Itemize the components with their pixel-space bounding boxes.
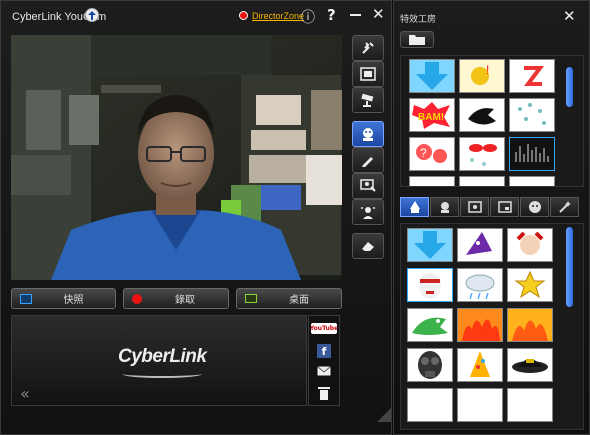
record-icon [132, 293, 142, 304]
desktop-button[interactable]: 桌面 [236, 288, 342, 309]
info-icon[interactable]: ⓘ [301, 7, 315, 27]
effect-thumb[interactable] [509, 98, 555, 132]
effect-thumb[interactable] [459, 98, 505, 132]
media-library-panel: CyberLink « [11, 315, 307, 406]
avatar-effects-button[interactable] [352, 121, 384, 147]
effect-thumb[interactable] [507, 308, 553, 342]
effect-thumb[interactable] [507, 268, 553, 302]
share-sidebar: YouTube f [308, 315, 340, 406]
cctv-icon [361, 93, 374, 107]
camera-image [11, 35, 342, 280]
effect-thumb[interactable] [509, 59, 555, 93]
tools-button[interactable] [352, 35, 384, 61]
effect-thumb[interactable] [407, 268, 453, 302]
magic-wand-icon [558, 201, 571, 213]
gadget-icon [360, 179, 376, 192]
screen-icon [360, 67, 376, 81]
effect-thumb-selected[interactable] [509, 137, 555, 171]
email-icon[interactable] [317, 366, 331, 376]
eraser-icon [362, 242, 374, 251]
effect-thumb[interactable] [507, 348, 553, 382]
effect-thumb[interactable] [507, 388, 553, 422]
youtube-icon[interactable]: YouTube [311, 323, 337, 334]
character-icon [440, 202, 449, 213]
effects-close-icon[interactable]: ✕ [563, 7, 576, 25]
effect-thumb[interactable]: ? [409, 137, 455, 171]
tab-character[interactable] [430, 197, 459, 217]
cyberlink-logo: CyberLink [118, 346, 207, 367]
avatar-effects-icon [363, 128, 373, 141]
close-icon[interactable]: ✕ [372, 5, 385, 23]
help-icon[interactable]: ? [327, 6, 336, 24]
tab-scene[interactable] [490, 197, 519, 217]
favorites-grid: ! BAM! ? [400, 55, 584, 187]
gadget-button[interactable] [352, 173, 384, 199]
snapshot-button[interactable]: 快照 [11, 288, 116, 309]
tab-magic[interactable] [550, 197, 579, 217]
logo-swoosh [122, 370, 202, 378]
tab-avatar[interactable] [400, 197, 429, 217]
effect-thumb[interactable] [509, 176, 555, 186]
smiley-icon [528, 201, 541, 213]
tab-emotion[interactable] [520, 197, 549, 217]
effect-thumb[interactable]: BAM! [409, 98, 455, 132]
facebook-icon[interactable]: f [317, 344, 331, 358]
svg-text:BAM!: BAM! [418, 112, 444, 123]
scroll-back-icon[interactable]: « [20, 384, 30, 403]
face-tracking-icon [361, 207, 375, 219]
effect-thumb[interactable] [457, 348, 503, 382]
main-window: CyberLink YouCam DirectorZone ⓘ ? ✕ 快照 錄… [0, 0, 392, 435]
screen-mode-button[interactable] [352, 61, 384, 87]
svg-text:?: ? [420, 146, 427, 160]
draw-button[interactable] [352, 147, 384, 173]
effect-thumb[interactable] [459, 176, 505, 186]
record-button[interactable]: 錄取 [123, 288, 229, 309]
update-icon[interactable] [85, 8, 99, 22]
snapshot-label: 快照 [63, 295, 84, 306]
eraser-button[interactable] [352, 233, 384, 259]
svg-text:!: ! [486, 63, 489, 77]
effect-thumb[interactable] [457, 388, 503, 422]
effects-grid [400, 223, 584, 430]
folder-button[interactable] [400, 31, 434, 48]
frame-icon [467, 201, 482, 213]
effects-scrollbar[interactable] [566, 227, 573, 307]
effect-thumb[interactable] [407, 348, 453, 382]
directorzone-icon [239, 11, 248, 20]
tools-icon [362, 42, 374, 54]
effect-thumb[interactable] [407, 388, 453, 422]
record-label: 錄取 [175, 295, 195, 306]
effect-thumb[interactable] [409, 59, 455, 93]
surveillance-button[interactable] [352, 87, 384, 113]
effects-title: 特效工房 [400, 14, 437, 24]
effect-thumb[interactable] [457, 228, 503, 262]
favorites-scrollbar[interactable] [566, 67, 573, 107]
trash-icon[interactable] [318, 386, 330, 400]
resize-grip[interactable] [377, 408, 391, 422]
minimize-icon[interactable] [350, 14, 361, 16]
camera-icon [20, 293, 32, 304]
avatar-icon [409, 201, 420, 213]
effect-thumb[interactable] [457, 268, 503, 302]
effect-thumb[interactable] [457, 308, 503, 342]
desktop-icon [245, 294, 257, 303]
effect-thumb[interactable] [507, 228, 553, 262]
tab-frame[interactable] [460, 197, 489, 217]
camera-preview [11, 35, 342, 280]
directorzone-link[interactable]: DirectorZone [252, 11, 304, 21]
pencil-icon [362, 157, 373, 167]
effect-thumb[interactable] [409, 176, 455, 186]
effect-thumb[interactable] [407, 308, 453, 342]
face-tracking-button[interactable] [352, 199, 384, 225]
effect-thumb[interactable] [407, 228, 453, 262]
effects-panel: 特效工房 ✕ ! BAM! ? [393, 0, 590, 435]
effect-thumb[interactable] [459, 137, 505, 171]
effect-thumb[interactable]: ! [459, 59, 505, 93]
folder-icon [409, 35, 425, 45]
desktop-label: 桌面 [289, 295, 309, 306]
scene-icon [497, 201, 512, 213]
